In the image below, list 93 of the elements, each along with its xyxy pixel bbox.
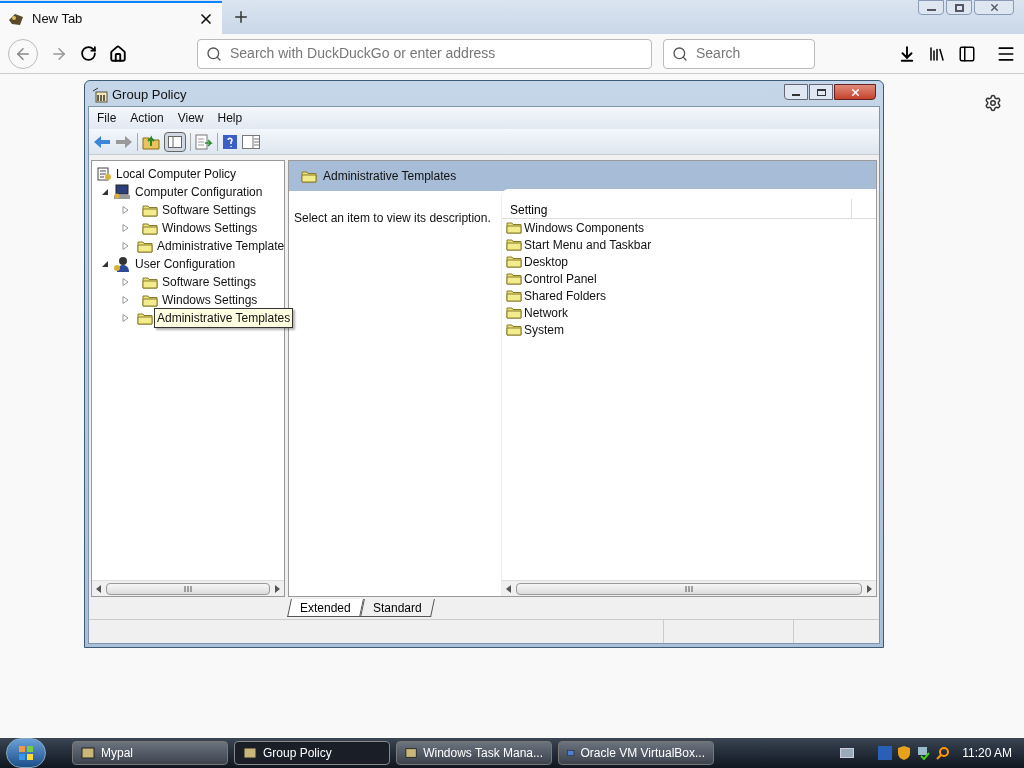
- sidebar-icon[interactable]: [958, 44, 976, 63]
- minimize-button[interactable]: [918, 0, 944, 15]
- reload-icon[interactable]: [80, 45, 97, 62]
- forward-icon[interactable]: [115, 134, 133, 149]
- folder-icon: [506, 272, 522, 285]
- horizontal-scrollbar[interactable]: [92, 580, 284, 596]
- keyboard-icon[interactable]: [840, 748, 855, 758]
- minimize-button[interactable]: [784, 84, 808, 100]
- app-icon: [243, 746, 257, 760]
- app-icon: [405, 746, 418, 760]
- user-icon: [113, 256, 131, 272]
- folder-icon: [506, 306, 522, 319]
- library-icon[interactable]: [928, 44, 946, 63]
- folder-icon: [137, 311, 153, 325]
- folder-icon: [506, 323, 522, 336]
- start-button[interactable]: [6, 738, 46, 768]
- folder-icon: [137, 239, 153, 253]
- address-field[interactable]: Search with DuckDuckGo or enter address: [197, 38, 652, 69]
- list-item[interactable]: Control Panel: [524, 269, 597, 288]
- close-icon: [988, 2, 1000, 13]
- folder-icon: [506, 255, 522, 268]
- tree-item[interactable]: Computer Configuration: [135, 183, 263, 201]
- settings-icon[interactable]: [984, 94, 1002, 112]
- list-item[interactable]: Network: [524, 303, 568, 322]
- grip-icon: [685, 585, 693, 592]
- back-icon[interactable]: [93, 134, 111, 149]
- tree-item[interactable]: Windows Settings: [162, 219, 258, 237]
- folder-icon: [142, 203, 158, 217]
- folder-icon: [142, 221, 158, 235]
- tree-item[interactable]: Software Settings: [162, 201, 257, 219]
- horizontal-scrollbar[interactable]: [502, 580, 876, 596]
- pane-header: Administrative Templates: [323, 168, 457, 185]
- taskbar-button[interactable]: Oracle VM VirtualBox...: [558, 741, 714, 765]
- list-item[interactable]: Shared Folders: [524, 286, 607, 305]
- folder-icon: [301, 169, 317, 183]
- taskbar-button[interactable]: Group Policy: [234, 741, 390, 765]
- grip-icon: [184, 585, 192, 592]
- action-pane-icon[interactable]: [242, 134, 260, 149]
- restore-button[interactable]: [946, 0, 972, 15]
- browser-tab[interactable]: New Tab: [0, 1, 222, 34]
- tree-item[interactable]: Administrative Template: [157, 237, 285, 255]
- expander-icon[interactable]: [102, 188, 109, 196]
- search-field[interactable]: Search: [663, 38, 815, 69]
- expander-icon[interactable]: [102, 260, 109, 268]
- menu-item[interactable]: File: [97, 109, 117, 127]
- windows-logo-icon: [18, 745, 34, 761]
- tooltip: Administrative Templates: [154, 308, 294, 328]
- column-header[interactable]: Setting: [502, 199, 852, 218]
- export-list-icon[interactable]: [195, 133, 213, 150]
- home-icon[interactable]: [109, 44, 127, 63]
- help-icon[interactable]: [222, 133, 238, 150]
- list-item[interactable]: Start Menu and Taskbar: [524, 235, 652, 254]
- list-item[interactable]: Desktop: [524, 252, 569, 271]
- search-icon: [672, 45, 688, 62]
- folder-icon: [506, 221, 522, 234]
- maximize-button[interactable]: [809, 84, 833, 100]
- app-icon: [81, 746, 95, 760]
- download-icon[interactable]: [898, 44, 916, 63]
- new-tab-icon[interactable]: [232, 8, 250, 26]
- search-icon[interactable]: [936, 746, 951, 760]
- list-item[interactable]: System: [524, 320, 564, 339]
- folder-icon: [506, 238, 522, 251]
- search-icon: [206, 45, 222, 62]
- computer-icon: [113, 184, 131, 200]
- tree-toggle-button[interactable]: [164, 131, 186, 152]
- folder-icon: [142, 275, 158, 289]
- close-icon: [849, 86, 861, 98]
- network-icon[interactable]: [916, 746, 931, 760]
- menu-item[interactable]: View: [177, 109, 204, 127]
- up-folder-icon[interactable]: [142, 133, 160, 150]
- folder-icon: [506, 289, 522, 302]
- tree-item[interactable]: Local Computer Policy: [116, 165, 237, 183]
- menu-item[interactable]: Help: [217, 109, 243, 127]
- shield-icon[interactable]: [898, 746, 911, 760]
- close-button[interactable]: [834, 84, 876, 100]
- clock[interactable]: 11:20 AM: [956, 744, 1018, 762]
- view-tab[interactable]: Standard: [359, 599, 435, 617]
- policy-icon: [96, 166, 112, 182]
- tab-title: New Tab: [32, 9, 84, 28]
- taskbar-button[interactable]: Mypal: [72, 741, 228, 765]
- folder-icon: [142, 293, 158, 307]
- menu-item[interactable]: Action: [130, 109, 164, 127]
- tray-icon[interactable]: [878, 746, 893, 760]
- app-icon: [92, 87, 108, 103]
- taskbar-button[interactable]: Windows Task Mana...: [396, 741, 552, 765]
- list-item[interactable]: Windows Components: [524, 218, 645, 237]
- description-text: Select an item to view its description.: [294, 211, 491, 225]
- tree-item[interactable]: Windows Settings: [162, 291, 258, 309]
- tab-icon: [8, 11, 24, 26]
- tree-item[interactable]: User Configuration: [135, 255, 236, 273]
- window-title: Group Policy: [112, 86, 187, 105]
- tree-item[interactable]: Software Settings: [162, 273, 257, 291]
- view-tab[interactable]: Extended: [287, 599, 364, 617]
